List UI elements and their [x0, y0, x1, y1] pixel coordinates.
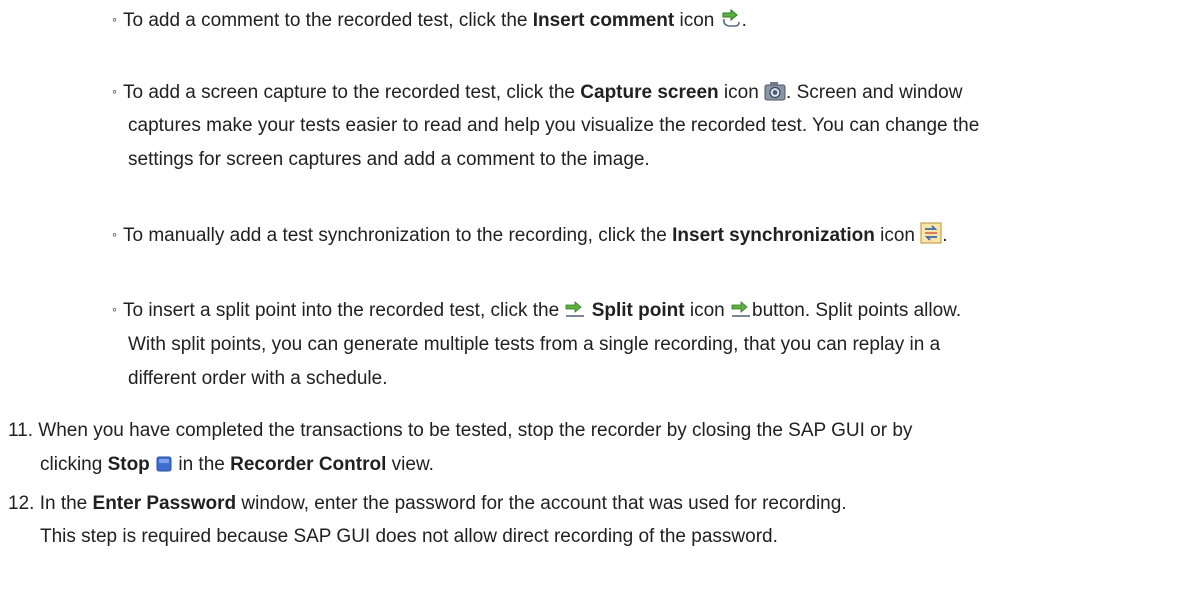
ui-term-insert-synchronization: Insert synchronization — [672, 225, 875, 246]
bullet-insert-synchronization: ◦ To manually add a test synchronization … — [112, 222, 948, 252]
step-text: view. — [386, 454, 434, 475]
bullet-text: icon — [684, 300, 725, 321]
bullet-text: icon — [674, 10, 715, 31]
ui-term-insert-comment: Insert comment — [532, 10, 675, 31]
step-text: clicking — [40, 454, 108, 475]
bullet-text: To manually add a test synchronization t… — [122, 225, 673, 246]
bullet-text: icon — [718, 82, 759, 103]
bullet-text: To add a screen capture to the recorded … — [122, 82, 581, 103]
stop-icon — [155, 455, 173, 481]
step-11: 11. When you have completed the transact… — [8, 418, 912, 444]
bullet-marker: ◦ — [112, 226, 117, 242]
bullet-text: button. Split points allow. — [752, 300, 962, 321]
insert-comment-icon — [720, 7, 742, 37]
step-number: 12. — [8, 493, 35, 514]
split-point-icon — [564, 301, 586, 327]
ui-term-recorder-control: Recorder Control — [230, 454, 387, 475]
step-text: window, enter the password for the accou… — [236, 493, 847, 514]
bullet-capture-screen-line2: captures make your tests easier to read … — [128, 115, 980, 136]
bullet-insert-comment: ◦ To add a comment to the recorded test, … — [112, 7, 747, 37]
step-11-line2: clicking Stop in the Recorder Control vi… — [40, 452, 434, 481]
bullet-split-point-line2: With split points, you can generate mult… — [128, 334, 941, 355]
camera-icon — [764, 81, 786, 109]
step-number: 11. — [8, 420, 34, 441]
bullet-split-point: ◦ To insert a split point into the record… — [112, 298, 961, 327]
bullet-text: . — [942, 225, 948, 246]
synchronization-icon — [920, 222, 942, 252]
ui-term-stop: Stop — [107, 454, 150, 475]
step-text: In the — [39, 493, 93, 514]
bullet-marker: ◦ — [112, 83, 117, 99]
bullet-text: To add a comment to the recorded test, c… — [122, 10, 533, 31]
split-point-icon — [730, 301, 752, 327]
step-text: in the — [173, 454, 231, 475]
bullet-text: icon — [874, 225, 915, 246]
step-12: 12. In the Enter Password window, enter … — [8, 491, 847, 517]
bullet-capture-screen-line3: settings for screen captures and add a c… — [128, 149, 650, 170]
ui-term-enter-password: Enter Password — [92, 493, 237, 514]
step-12-line2: This step is required because SAP GUI do… — [40, 526, 778, 547]
bullet-split-point-line3: different order with a schedule. — [128, 368, 388, 389]
bullet-text: To insert a split point into the recorde… — [122, 300, 560, 321]
ui-term-capture-screen: Capture screen — [580, 82, 719, 103]
bullet-marker: ◦ — [112, 301, 117, 317]
bullet-text: . — [741, 10, 747, 31]
bullet-text: . Screen and window — [786, 82, 963, 103]
step-text: When you have completed the transactions… — [38, 420, 913, 441]
ui-term-split-point: Split point — [591, 300, 685, 321]
bullet-capture-screen: ◦ To add a screen capture to the recorded… — [112, 80, 962, 109]
bullet-marker: ◦ — [112, 11, 117, 27]
